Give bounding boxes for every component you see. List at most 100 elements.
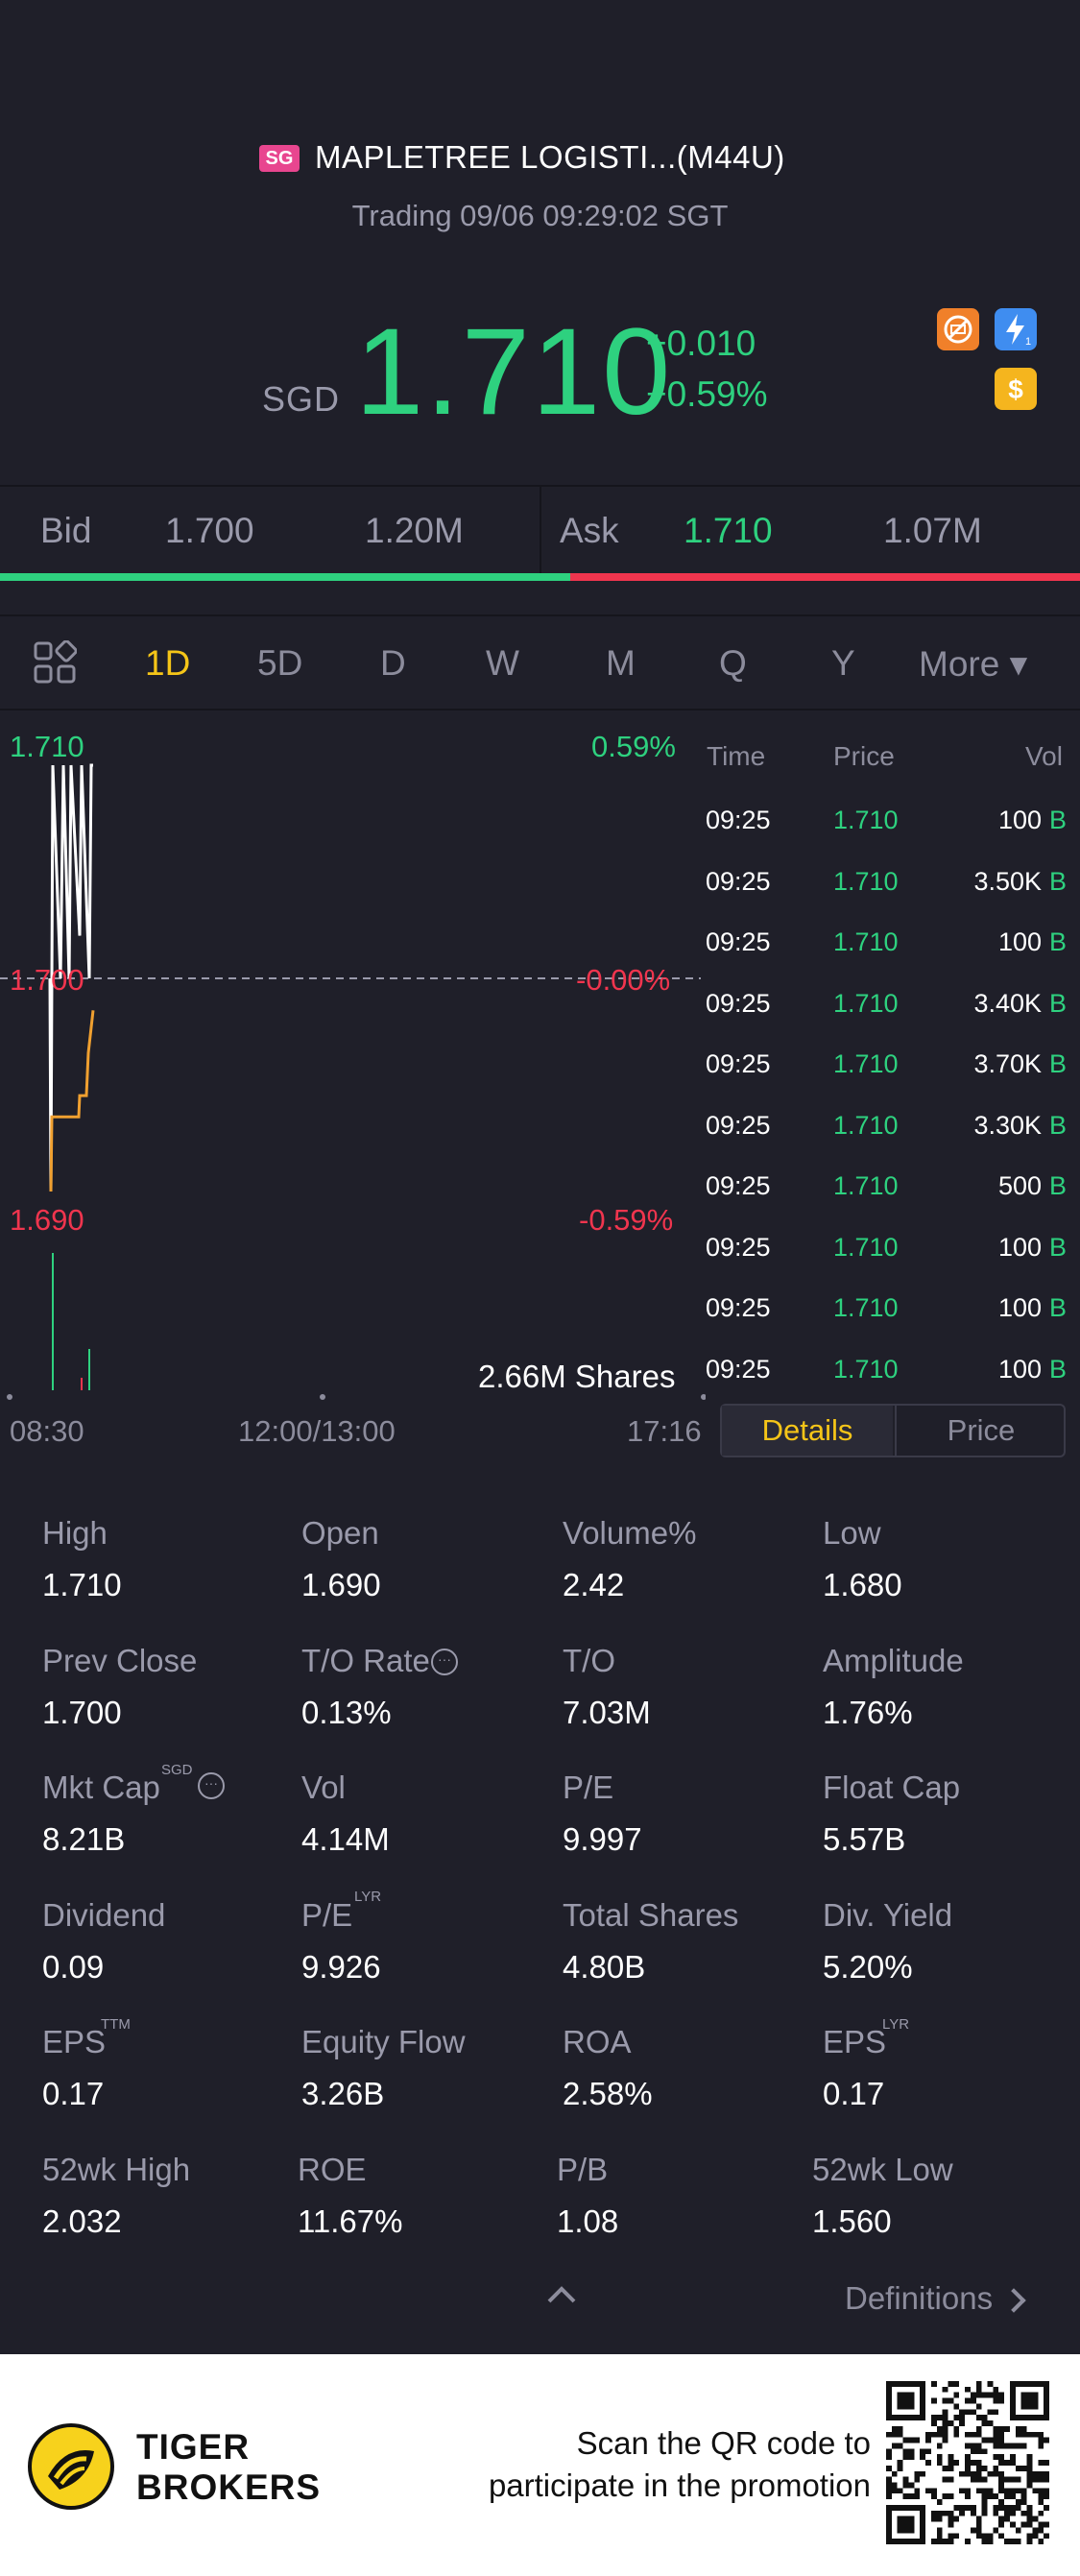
qr-module: [942, 2437, 948, 2444]
axis-mid-time: 12:00/13:00: [238, 1414, 396, 1448]
tab-m[interactable]: M: [606, 643, 636, 684]
qr-module: [1038, 2510, 1044, 2516]
trade-time: 09:25: [706, 806, 771, 834]
qr-module: [920, 2510, 926, 2516]
stock-name[interactable]: MAPLETREE LOGISTI...(M44U): [315, 139, 785, 176]
qr-module: [925, 2448, 931, 2455]
stat-label: T/O Rate: [301, 1642, 430, 1678]
qr-module: [886, 2482, 892, 2489]
qr-module: [993, 2437, 999, 2444]
qr-module: [959, 2409, 966, 2416]
qr-module: [987, 2488, 994, 2494]
tab-5d[interactable]: 5D: [257, 643, 302, 684]
mktcap-info-icon[interactable]: ···: [198, 1772, 225, 1799]
qr-module: [1026, 2381, 1033, 2387]
qr-module: [981, 2437, 988, 2444]
qr-module: [1009, 2415, 1016, 2421]
qr-module: [942, 2386, 948, 2393]
qr-module: [920, 2516, 926, 2522]
tab-d[interactable]: D: [380, 643, 406, 684]
ask-label: Ask: [560, 511, 619, 550]
qr-module: [914, 2504, 921, 2511]
volume-shares: 2.66M Shares: [478, 1359, 676, 1394]
qr-module: [998, 2437, 1005, 2444]
qr-module: [993, 2465, 999, 2471]
qr-module: [1026, 2504, 1033, 2511]
qr-module: [902, 2454, 909, 2461]
qr-module: [987, 2420, 994, 2426]
qr-module: [1015, 2488, 1021, 2494]
qr-module: [936, 2527, 943, 2534]
trade-price: 1.710: [833, 1049, 899, 1078]
chevron-up-icon[interactable]: [545, 2282, 578, 2305]
qr-module: [942, 2397, 948, 2404]
qr-module: [914, 2488, 921, 2494]
qr-module: [930, 2539, 937, 2544]
stat-label: Equity Flow: [301, 2024, 466, 2059]
qr-module: [1026, 2460, 1033, 2466]
tab-more[interactable]: More ▾: [919, 643, 1027, 685]
qr-module: [1026, 2397, 1033, 2404]
qr-module: [948, 2510, 954, 2516]
qr-module: [897, 2381, 903, 2387]
stat-value: 4.14M: [301, 1821, 390, 1857]
tab-1d[interactable]: 1D: [145, 643, 190, 684]
qr-module: [920, 2386, 926, 2393]
qr-module: [970, 2392, 976, 2398]
qr-module: [981, 2448, 988, 2455]
qr-module: [886, 2409, 892, 2416]
no-ad-icon[interactable]: [937, 308, 979, 350]
intraday-chart[interactable]: [0, 715, 706, 1426]
qr-module: [925, 2460, 931, 2466]
qr-module: [897, 2465, 903, 2471]
qr-module: [959, 2470, 966, 2477]
definitions-link[interactable]: Definitions: [845, 2280, 1026, 2317]
qr-module: [975, 2470, 982, 2477]
qr-module: [953, 2504, 960, 2511]
qr-module: [1038, 2493, 1044, 2500]
to-rate-info-icon[interactable]: ···: [431, 1649, 458, 1675]
qr-module: [1009, 2386, 1016, 2393]
qr-module: [1020, 2510, 1027, 2516]
qr-module: [930, 2516, 937, 2522]
qr-module: [902, 2482, 909, 2489]
qr-module: [908, 2381, 915, 2387]
qr-module: [1032, 2392, 1039, 2398]
qr-module: [1009, 2392, 1016, 2398]
qr-module: [1044, 2504, 1049, 2511]
qr-module: [975, 2415, 982, 2421]
trade-vol: 100: [997, 1354, 1042, 1384]
stat-label: T/O: [563, 1642, 615, 1678]
qr-module: [998, 2488, 1005, 2494]
avg-price-line: [49, 1010, 95, 1192]
details-tab[interactable]: Details: [722, 1406, 893, 1456]
tab-w[interactable]: W: [486, 643, 519, 684]
qr-module: [920, 2527, 926, 2534]
lightning-icon[interactable]: 1: [995, 308, 1037, 350]
qr-module: [1020, 2521, 1027, 2528]
qr-module: [1044, 2409, 1049, 2416]
chart-mid-pct: -0.00%: [576, 963, 671, 997]
trade-price: 1.710: [833, 988, 899, 1018]
qr-module: [930, 2420, 937, 2426]
tab-y[interactable]: Y: [831, 643, 855, 684]
qr-module: [993, 2392, 999, 2398]
qr-code-icon[interactable]: [886, 2381, 1049, 2544]
qr-module: [902, 2403, 909, 2410]
layout-grid-icon[interactable]: [33, 640, 77, 685]
trade-row: 09:25 1.710 3.70K B: [706, 1049, 1080, 1110]
tab-q[interactable]: Q: [719, 643, 747, 684]
qr-module: [936, 2425, 943, 2432]
qr-module: [1004, 2476, 1010, 2483]
trades-header-price: Price: [833, 741, 895, 771]
qr-module: [975, 2403, 982, 2410]
stat-value: 1.08: [557, 2203, 619, 2239]
price-tab[interactable]: Price: [895, 1406, 1066, 1456]
qr-module: [897, 2431, 903, 2438]
qr-module: [981, 2493, 988, 2500]
tiger-logo-icon: [28, 2423, 114, 2510]
stat-value: 5.57B: [823, 1821, 906, 1857]
stat-value: 8.21B: [42, 1821, 126, 1857]
dollar-icon[interactable]: $: [995, 368, 1037, 410]
qr-module: [1015, 2499, 1021, 2505]
